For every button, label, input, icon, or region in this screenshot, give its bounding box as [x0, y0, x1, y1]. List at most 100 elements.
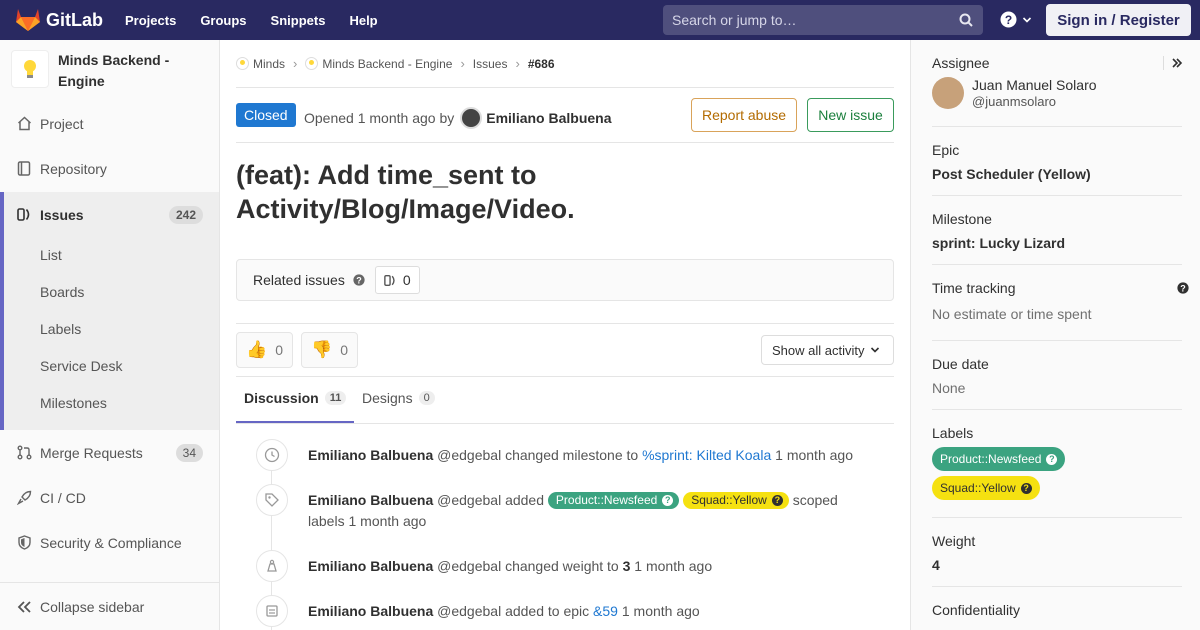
sidebar-subitem-boards[interactable]: Boards [40, 284, 84, 300]
label-product-newsfeed[interactable]: Product::Newsfeed? [547, 492, 680, 509]
activity-filter-label: Show all activity [772, 342, 865, 358]
activity-filter-dropdown[interactable]: Show all activity [761, 335, 894, 365]
sidebar-item-project[interactable]: Project [0, 101, 219, 146]
double-chevron-left-icon [17, 600, 31, 613]
breadcrumb-issue-number[interactable]: #686 [528, 57, 555, 71]
nav-help[interactable]: Help [349, 13, 377, 28]
author-name[interactable]: Emiliano Balbuena [486, 110, 611, 126]
search-icon[interactable] [959, 13, 973, 27]
assignee-handle: @juanmsolaro [972, 94, 1057, 109]
help-dropdown[interactable]: ? [1000, 11, 1032, 28]
note-time: 1 month ago [621, 603, 700, 619]
assignee-user[interactable]: Juan Manuel Solaro @juanmsolaro [932, 77, 1182, 109]
breadcrumb-project[interactable]: Minds Backend - Engine [322, 57, 452, 71]
status-badge: Closed [236, 103, 296, 127]
signin-register-button[interactable]: Sign in / Register [1046, 4, 1191, 36]
author-avatar[interactable] [460, 107, 483, 129]
sidebar-item-repository[interactable]: Repository [0, 146, 219, 191]
sidebar-subitem-milestones[interactable]: Milestones [40, 395, 107, 411]
note-handle[interactable]: @edgebal [437, 492, 501, 508]
search-input[interactable] [672, 12, 942, 28]
related-issues-count[interactable]: 0 [374, 266, 420, 294]
lightbulb-icon [24, 60, 36, 78]
epic-value[interactable]: Post Scheduler (Yellow) [932, 166, 1182, 182]
sidebar-item-issues[interactable]: Issues 242 [0, 192, 219, 237]
sidebar-item-label: CI / CD [40, 489, 86, 506]
thumbsup-award-button[interactable]: 👍 0 [236, 332, 293, 368]
note-author[interactable]: Emiliano Balbuena [308, 447, 433, 463]
sidebar-item-label: Security & Compliance [40, 534, 182, 551]
sidebar-subitem-service-desk[interactable]: Service Desk [40, 358, 122, 374]
label-text: Squad::Yellow [940, 481, 1016, 495]
question-circle-icon: ? [1020, 482, 1032, 494]
opened-prefix: Opened [304, 110, 354, 126]
project-header[interactable]: Minds Backend - Engine [11, 50, 198, 92]
note-handle[interactable]: @edgebal [437, 558, 501, 574]
merge-request-icon [16, 445, 32, 461]
collapse-sidebar-label: Collapse sidebar [40, 598, 145, 615]
note-author[interactable]: Emiliano Balbuena [308, 558, 433, 574]
milestone-link[interactable]: %sprint: Kilted Koala [642, 447, 771, 463]
sidebar-label-product-newsfeed[interactable]: Product::Newsfeed? [932, 447, 1066, 471]
sidebar-divider [932, 340, 1182, 341]
merge-requests-count-badge: 34 [175, 443, 203, 462]
sidebar-item-security[interactable]: Security & Compliance [0, 520, 219, 565]
breadcrumb-minds[interactable]: Minds [253, 57, 285, 71]
issues-icon [384, 274, 395, 286]
time-tracking-value: No estimate or time spent [932, 306, 1092, 322]
epic-title: Epic [932, 142, 960, 158]
nav-groups[interactable]: Groups [200, 13, 246, 28]
assignee-title: Assignee [932, 55, 990, 71]
sidebar-subitem-list[interactable]: List [40, 247, 62, 263]
weight-section: Weight 4 [932, 533, 1182, 573]
note-handle[interactable]: @edgebal [437, 603, 501, 619]
svg-text:?: ? [1005, 13, 1012, 27]
tab-discussion[interactable]: Discussion 11 [244, 390, 347, 406]
due-date-value: None [932, 380, 966, 396]
nav-projects[interactable]: Projects [125, 13, 176, 28]
clock-icon [256, 439, 288, 471]
new-issue-button[interactable]: New issue [807, 98, 894, 132]
sidebar-item-ci-cd[interactable]: CI / CD [0, 475, 219, 520]
opened-by: by [439, 110, 455, 126]
sidebar-divider [932, 126, 1182, 127]
assignee-avatar[interactable] [932, 77, 964, 109]
project-name: Minds Backend - Engine [58, 52, 170, 89]
sidebar-subitem-labels[interactable]: Labels [40, 321, 81, 337]
gitlab-logo[interactable]: GitLab [16, 0, 103, 40]
nav-snippets[interactable]: Snippets [271, 13, 326, 28]
sidebar-label-squad-yellow[interactable]: Squad::Yellow? [932, 476, 1040, 500]
breadcrumb-issues[interactable]: Issues [473, 57, 508, 71]
sidebar-divider [932, 264, 1182, 265]
thumbsdown-award-button[interactable]: 👎 0 [301, 332, 358, 368]
tab-designs[interactable]: Designs 0 [362, 390, 435, 406]
note-handle[interactable]: @edgebal [437, 447, 501, 463]
question-circle-icon[interactable]: ? [1177, 282, 1189, 294]
tab-label: Discussion [244, 390, 319, 406]
chevron-down-icon [1022, 16, 1032, 23]
due-date-section: Due date None [932, 356, 1182, 396]
project-avatar [11, 50, 49, 88]
epic-link[interactable]: &59 [593, 603, 618, 619]
note-time: 1 month ago [634, 558, 713, 574]
weight-value: 3 [622, 558, 631, 574]
opened-time: 1 month ago [357, 110, 436, 126]
milestone-value[interactable]: sprint: Lucky Lizard [932, 235, 1182, 251]
label-text: Squad::Yellow [691, 493, 767, 507]
label-text: Product::Newsfeed [555, 493, 658, 507]
collapse-sidebar-button[interactable]: Collapse sidebar [0, 582, 219, 630]
report-abuse-button[interactable]: Report abuse [691, 98, 797, 132]
breadcrumb: Minds › Minds Backend - Engine › Issues … [236, 56, 555, 71]
weight-value[interactable]: 4 [932, 557, 1182, 573]
epic-section: Epic Post Scheduler (Yellow) [932, 142, 1182, 182]
assignee-name[interactable]: Juan Manuel Solaro [972, 77, 1097, 93]
note-author[interactable]: Emiliano Balbuena [308, 492, 433, 508]
tab-label: Designs [362, 390, 413, 406]
question-circle-icon[interactable]: ? [353, 274, 365, 286]
search-box[interactable] [663, 5, 983, 35]
thumbsdown-count: 0 [340, 342, 348, 358]
label-squad-yellow[interactable]: Squad::Yellow? [683, 492, 789, 509]
sidebar-item-merge-requests[interactable]: Merge Requests 34 [0, 430, 219, 475]
note-author[interactable]: Emiliano Balbuena [308, 603, 433, 619]
awards-divider [236, 376, 894, 377]
